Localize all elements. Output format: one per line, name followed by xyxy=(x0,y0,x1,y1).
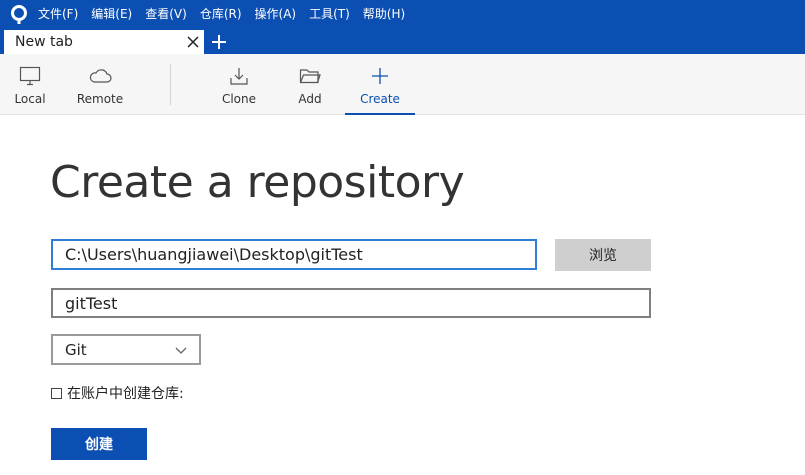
create-label: Create xyxy=(360,92,400,106)
download-icon xyxy=(229,66,249,86)
add-label: Add xyxy=(298,92,322,106)
destination-path-input[interactable] xyxy=(51,239,537,270)
clone-label: Clone xyxy=(221,92,257,106)
chevron-down-icon xyxy=(175,340,187,359)
menu-view[interactable]: 查看(V) xyxy=(145,0,187,29)
cloud-icon xyxy=(88,66,112,86)
menu-bar: 文件(F) 编辑(E) 查看(V) 仓库(R) 操作(A) 工具(T) 帮助(H… xyxy=(0,0,805,29)
menu-repository[interactable]: 仓库(R) xyxy=(200,0,242,29)
tab-label: New tab xyxy=(15,34,73,50)
sourcetree-window: 文件(F) 编辑(E) 查看(V) 仓库(R) 操作(A) 工具(T) 帮助(H… xyxy=(0,0,805,475)
menu-edit[interactable]: 编辑(E) xyxy=(91,0,132,29)
folder-icon xyxy=(299,66,321,86)
menu-tools[interactable]: 工具(T) xyxy=(309,0,350,29)
monitor-icon xyxy=(19,66,41,86)
browse-button[interactable]: 浏览 xyxy=(555,239,651,271)
menu-file[interactable]: 文件(F) xyxy=(38,0,78,29)
vcs-type-select[interactable]: Git xyxy=(51,334,201,365)
create-in-account-checkbox[interactable] xyxy=(51,387,62,399)
toolbar-separator xyxy=(170,64,171,105)
close-icon[interactable] xyxy=(182,31,204,53)
tab-strip: New tab xyxy=(0,29,805,54)
page-title: Create a repository xyxy=(50,157,465,208)
plus-icon xyxy=(371,66,389,86)
plus-icon[interactable] xyxy=(208,31,230,53)
remote-button[interactable]: Remote xyxy=(74,54,126,114)
local-label: Local xyxy=(14,92,46,106)
repository-name-input[interactable] xyxy=(51,288,651,318)
app-logo-icon xyxy=(0,0,38,29)
create-button[interactable]: 创建 xyxy=(51,428,147,460)
create-tab-button[interactable]: Create xyxy=(345,54,415,115)
menu-help[interactable]: 帮助(H) xyxy=(363,0,405,29)
toolbar: Local Remote Clone Add Create xyxy=(0,54,805,115)
tab-new-tab[interactable]: New tab xyxy=(4,30,204,54)
remote-label: Remote xyxy=(76,92,124,106)
vcs-selected-value: Git xyxy=(65,340,87,359)
local-button[interactable]: Local xyxy=(10,54,50,114)
clone-button[interactable]: Clone xyxy=(219,54,259,114)
menu-actions[interactable]: 操作(A) xyxy=(255,0,297,29)
create-in-account-row[interactable]: 在账户中创建仓库: xyxy=(51,383,184,403)
add-button[interactable]: Add xyxy=(290,54,330,114)
create-in-account-label: 在账户中创建仓库: xyxy=(67,386,184,402)
